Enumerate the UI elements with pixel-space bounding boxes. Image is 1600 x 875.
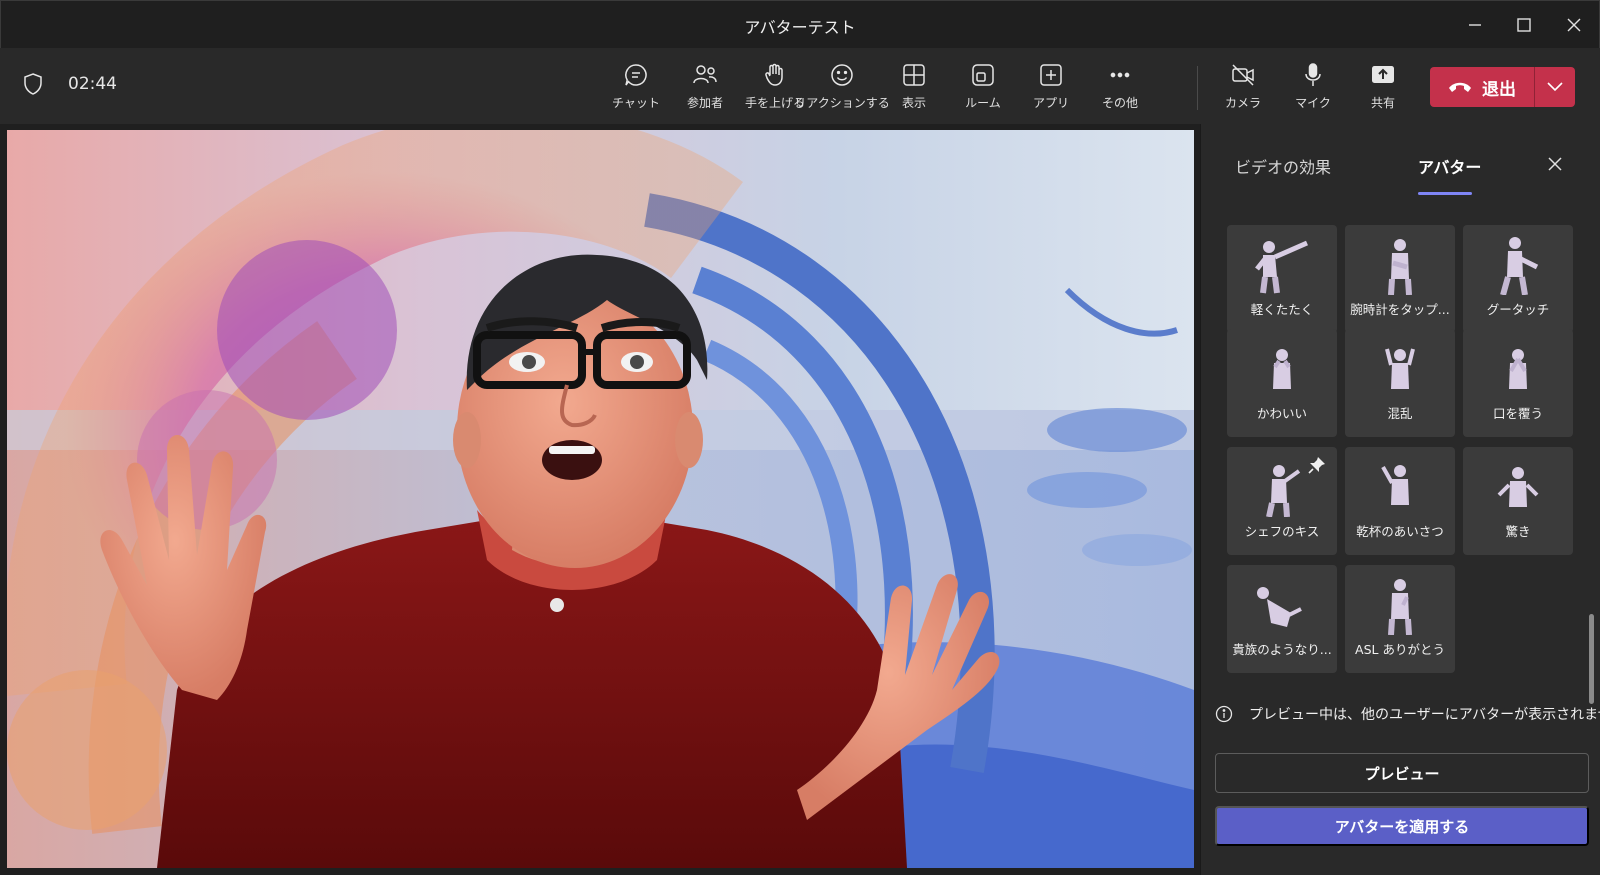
effects-panel: ビデオの効果 アバター 軽くたたく 腕時計をタップ... グータッチ かわいい …	[1200, 124, 1600, 875]
tab-avatar[interactable]: アバター	[1418, 154, 1481, 178]
apps-label: アプリ	[1032, 96, 1069, 110]
reaction-tile[interactable]: 乾杯のあいさつ	[1345, 447, 1455, 555]
camera-off-icon	[1232, 64, 1254, 86]
minimize-icon	[1469, 24, 1481, 26]
window-title: アバターテスト	[744, 18, 856, 37]
view-button[interactable]: 表示	[880, 62, 948, 116]
rooms-icon	[972, 64, 994, 86]
meeting-toolbar: 02:44 チャット 参加者 手を上げる リアクションする 表示 ルーム アプリ…	[0, 48, 1600, 124]
share-label: 共有	[1370, 96, 1395, 110]
reaction-label: 驚き	[1505, 524, 1531, 539]
chat-button[interactable]: チャット	[602, 62, 670, 116]
close-window-button[interactable]	[1550, 1, 1598, 49]
chat-label: チャット	[612, 96, 660, 110]
toolbar-divider	[1197, 66, 1198, 110]
reaction-label: 乾杯のあいさつ	[1356, 524, 1444, 539]
avatar-figure-icon	[1500, 237, 1539, 295]
avatar-figure-icon	[1257, 587, 1302, 627]
chat-icon	[625, 64, 647, 86]
reaction-tile[interactable]: グータッチ	[1463, 225, 1573, 333]
reaction-tile[interactable]: 軽くたたく	[1227, 225, 1337, 333]
active-tab-indicator	[1418, 192, 1472, 195]
reaction-tile[interactable]: 混乱	[1345, 329, 1455, 437]
more-label: その他	[1101, 96, 1138, 110]
close-icon	[1567, 18, 1581, 32]
avatar-figure-icon	[1388, 579, 1412, 635]
apply-avatar-button[interactable]: アバターを適用する	[1215, 806, 1589, 846]
react-button[interactable]: リアクションする	[794, 62, 890, 116]
avatar-figure-icon	[1381, 465, 1409, 505]
panel-scrollbar[interactable]	[1589, 614, 1594, 704]
camera-label: カメラ	[1224, 96, 1261, 110]
reaction-label: 口を覆う	[1492, 406, 1543, 421]
share-icon	[1372, 66, 1394, 83]
avatar-figure-icon	[1255, 240, 1309, 294]
people-button[interactable]: 参加者	[671, 62, 739, 116]
reaction-label: 貴族のようなり...	[1232, 642, 1332, 657]
mic-icon	[1305, 63, 1321, 86]
more-button[interactable]: その他	[1086, 62, 1154, 116]
reaction-tile[interactable]: かわいい	[1227, 329, 1337, 437]
title-bar: アバターテスト	[0, 0, 1600, 48]
leave-button[interactable]: 退出	[1430, 67, 1534, 107]
reaction-tile[interactable]: 驚き	[1463, 447, 1573, 555]
avatar-figure-icon	[1273, 349, 1291, 389]
shield-icon[interactable]	[22, 72, 44, 96]
reaction-tile[interactable]: シェフのキス	[1227, 447, 1337, 555]
reaction-tile[interactable]: 貴族のようなり...	[1227, 565, 1337, 673]
reaction-label: ASL ありがとう	[1355, 642, 1445, 657]
rooms-button[interactable]: ルーム	[949, 62, 1017, 116]
phone-hangup-icon	[1449, 82, 1471, 92]
hand-icon	[765, 63, 783, 86]
minimize-button[interactable]	[1451, 1, 1499, 49]
reaction-tile[interactable]: 口を覆う	[1463, 329, 1573, 437]
avatar-video-image	[7, 130, 1194, 868]
avatar-figure-icon	[1385, 348, 1415, 389]
mic-label: マイク	[1295, 96, 1331, 110]
rooms-label: ルーム	[965, 96, 1001, 110]
preview-button[interactable]: プレビュー	[1215, 753, 1589, 793]
reaction-label: 混乱	[1387, 406, 1413, 421]
reaction-label: シェフのキス	[1244, 524, 1320, 539]
reaction-tile[interactable]: 腕時計をタップ...	[1345, 225, 1455, 333]
more-icon	[1110, 72, 1130, 78]
react-label: リアクションする	[794, 96, 890, 110]
reaction-tile[interactable]: ASL ありがとう	[1345, 565, 1455, 673]
plus-square-icon	[1040, 64, 1062, 86]
reaction-label: 軽くたたく	[1250, 302, 1314, 317]
grid-icon	[903, 64, 925, 86]
close-icon	[1548, 157, 1562, 171]
people-icon	[693, 65, 717, 84]
apps-button[interactable]: アプリ	[1017, 62, 1085, 116]
avatar-figure-icon	[1497, 467, 1539, 507]
avatar-figure-icon	[1509, 349, 1527, 389]
chevron-down-icon	[1547, 82, 1563, 92]
people-label: 参加者	[686, 96, 723, 110]
pin-icon[interactable]	[1307, 455, 1327, 475]
leave-button-group: 退出	[1430, 67, 1575, 107]
camera-button[interactable]: カメラ	[1209, 62, 1277, 116]
smile-icon	[831, 64, 853, 86]
info-icon	[1215, 705, 1233, 723]
preview-notice-text: プレビュー中は、他のユーザーにアバターが表示されません。	[1249, 707, 1600, 723]
leave-options-button[interactable]	[1535, 67, 1575, 107]
tab-video-effects[interactable]: ビデオの効果	[1235, 154, 1331, 178]
view-label: 表示	[901, 96, 926, 110]
share-button[interactable]: 共有	[1349, 62, 1417, 116]
reaction-label: 腕時計をタップ...	[1350, 302, 1450, 317]
leave-label: 退出	[1482, 79, 1516, 100]
panel-tabs: ビデオの効果 アバター	[1201, 124, 1600, 196]
video-preview	[7, 130, 1194, 868]
meeting-timer: 02:44	[68, 74, 117, 94]
preview-notice: プレビュー中は、他のユーザーにアバターが表示されません。	[1215, 704, 1600, 724]
avatar-figure-icon	[1388, 239, 1412, 295]
reaction-label: かわいい	[1256, 406, 1307, 421]
mic-button[interactable]: マイク	[1279, 62, 1347, 116]
maximize-icon	[1517, 18, 1531, 32]
reaction-label: グータッチ	[1486, 302, 1550, 317]
maximize-button[interactable]	[1500, 1, 1548, 49]
close-panel-button[interactable]	[1539, 148, 1571, 180]
